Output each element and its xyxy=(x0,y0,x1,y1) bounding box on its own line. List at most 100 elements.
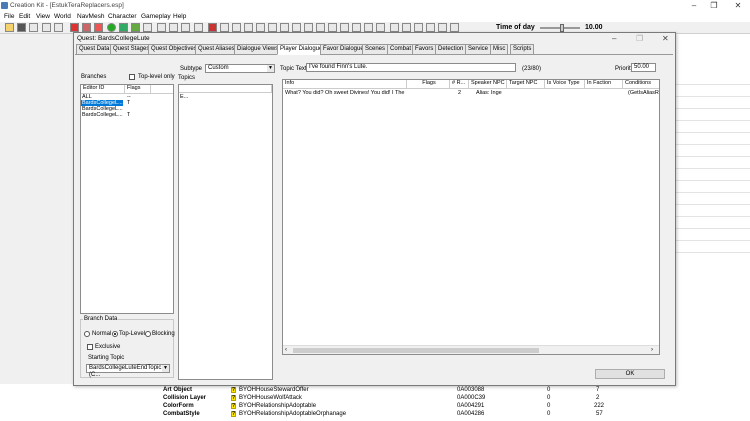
tab-detection[interactable]: Detection xyxy=(435,44,467,55)
info-list[interactable]: Info Flags # R... Speaker NPC Target NPC… xyxy=(282,79,660,355)
menu-world[interactable]: World xyxy=(54,12,71,22)
tab-misc[interactable]: Misc xyxy=(490,44,509,55)
dialog-maximize-button[interactable]: ❐ xyxy=(636,34,643,43)
tab-quest-data[interactable]: Quest Data xyxy=(76,44,113,55)
world-icon[interactable] xyxy=(119,23,128,32)
subtype-select[interactable]: Custom ▼ xyxy=(205,64,275,73)
tool-6-icon[interactable] xyxy=(280,23,289,32)
tool-16-icon[interactable] xyxy=(402,23,411,32)
tab-combat[interactable]: Combat xyxy=(387,44,415,55)
tool-11-icon[interactable] xyxy=(340,23,349,32)
tool-14-icon[interactable] xyxy=(376,23,385,32)
tab-scripts[interactable]: Scripts xyxy=(510,44,535,55)
list-item[interactable]: ColorForm ? BYOHRelationshipAdoptable 0A… xyxy=(155,402,750,410)
tab-dialogue-views[interactable]: Dialogue Views xyxy=(234,44,282,55)
tab-service[interactable]: Service xyxy=(465,44,492,55)
column-header-flags[interactable]: Flags xyxy=(407,80,450,88)
branches-list[interactable]: Editor ID Flags ALL -- BardsCollegeL... … xyxy=(80,84,174,314)
tool-10-icon[interactable] xyxy=(328,23,337,32)
tool-19-icon[interactable] xyxy=(438,23,447,32)
topics-list[interactable]: E... xyxy=(178,84,273,380)
tree-icon[interactable] xyxy=(131,23,140,32)
table-row[interactable]: BardsCollegeL... T xyxy=(81,112,173,118)
scrollbar-thumb[interactable] xyxy=(293,348,539,353)
list-item[interactable]: Collision Layer ? BYOHHouseWolfAttack 0A… xyxy=(155,394,750,402)
column-header-voice-type[interactable]: Is Voice Type xyxy=(545,80,585,88)
tab-player-dialogue[interactable]: Player Dialogue xyxy=(277,44,326,55)
tool-8-icon[interactable] xyxy=(304,23,313,32)
redo-icon[interactable] xyxy=(54,23,63,32)
tool-3-icon[interactable] xyxy=(244,23,253,32)
menu-help[interactable]: Help xyxy=(173,12,186,22)
havok-icon[interactable] xyxy=(208,23,217,32)
menu-character[interactable]: Character xyxy=(108,12,137,22)
tool-7-icon[interactable] xyxy=(292,23,301,32)
tool-1-icon[interactable] xyxy=(220,23,229,32)
tab-quest-stages[interactable]: Quest Stages xyxy=(110,44,153,55)
menu-gameplay[interactable]: Gameplay xyxy=(141,12,171,22)
column-header-target-npc[interactable]: Target NPC xyxy=(507,80,545,88)
tab-quest-aliases[interactable]: Quest Aliases xyxy=(195,44,238,55)
maximize-button[interactable]: ❐ xyxy=(708,1,720,11)
menu-view[interactable]: View xyxy=(36,12,50,22)
render-icon[interactable] xyxy=(70,23,79,32)
ok-button[interactable]: OK xyxy=(595,369,665,379)
priority-input[interactable]: 50.00 xyxy=(631,63,656,72)
open-icon[interactable] xyxy=(5,23,14,32)
snap-grid-icon[interactable] xyxy=(157,23,166,32)
snap-angle-icon[interactable] xyxy=(169,23,178,32)
dialog-minimize-button[interactable]: – xyxy=(612,34,616,43)
tool-17-icon[interactable] xyxy=(414,23,423,32)
topic-item[interactable]: E... xyxy=(180,94,188,100)
light-icon[interactable] xyxy=(94,23,103,32)
tool-2-icon[interactable] xyxy=(232,23,241,32)
tool-20-icon[interactable] xyxy=(450,23,459,32)
scroll-right-icon[interactable]: › xyxy=(651,346,653,354)
exclusive-checkbox[interactable] xyxy=(87,344,93,350)
play-icon[interactable] xyxy=(107,23,116,32)
tool-18-icon[interactable] xyxy=(426,23,435,32)
menu-navmesh[interactable]: NavMesh xyxy=(77,12,104,22)
branch-blocking-radio[interactable] xyxy=(145,331,151,337)
list-item[interactable]: CombatStyle ? BYOHRelationshipAdoptableO… xyxy=(155,410,750,418)
minimize-button[interactable]: – xyxy=(688,1,700,11)
column-header-flags[interactable]: Flags xyxy=(125,85,151,93)
column-header-speaker-npc[interactable]: Speaker NPC xyxy=(469,80,507,88)
reference-icon[interactable] xyxy=(181,23,190,32)
scroll-left-icon[interactable]: ‹ xyxy=(285,346,287,354)
menu-file[interactable]: File xyxy=(4,12,14,22)
tab-favor-dialogue[interactable]: Favor Dialogue xyxy=(320,44,367,55)
column-header-info[interactable]: Info xyxy=(283,80,407,88)
time-of-day-slider-thumb[interactable] xyxy=(560,24,564,32)
tool-5-icon[interactable] xyxy=(268,23,277,32)
branch-normal-radio[interactable] xyxy=(84,331,90,337)
menu-edit[interactable]: Edit xyxy=(19,12,30,22)
tool-9-icon[interactable] xyxy=(316,23,325,32)
tool-12-icon[interactable] xyxy=(352,23,361,32)
tool-13-icon[interactable] xyxy=(364,23,373,32)
save-icon[interactable] xyxy=(17,23,26,32)
column-header-r[interactable]: # R... xyxy=(450,80,469,88)
close-button[interactable]: ✕ xyxy=(732,1,744,11)
tab-favors[interactable]: Favors xyxy=(412,44,437,55)
preferences-icon[interactable] xyxy=(29,23,38,32)
toplevel-only-checkbox[interactable] xyxy=(129,74,135,80)
column-header-in-faction[interactable]: In Faction xyxy=(585,80,623,88)
list-item[interactable]: Art Object ? BYOHHouseStewardOffer 0A003… xyxy=(155,386,750,394)
undo-icon[interactable] xyxy=(42,23,51,32)
branch-toplevel-radio[interactable] xyxy=(112,331,118,337)
table-row[interactable]: What? You did? Oh sweet Divines! You did… xyxy=(283,89,659,96)
tab-scenes[interactable]: Scenes xyxy=(362,44,389,55)
marker-icon[interactable] xyxy=(82,23,91,32)
tab-quest-objectives[interactable]: Quest Objectives xyxy=(148,44,200,55)
tool-4-icon[interactable] xyxy=(256,23,265,32)
starting-topic-select[interactable]: BardsCollegeLuteEndTopic (C... ▼ xyxy=(86,364,170,378)
terrain-icon[interactable] xyxy=(143,23,152,32)
dialog-close-button[interactable]: ✕ xyxy=(662,34,669,43)
horizontal-scrollbar[interactable]: ‹ › xyxy=(283,345,659,354)
comment-icon[interactable] xyxy=(194,23,203,32)
topic-text-input[interactable]: I've found Finn's Lute. xyxy=(306,63,516,72)
column-header-conditions[interactable]: Conditions xyxy=(623,80,659,88)
column-header-editor-id[interactable]: Editor ID xyxy=(81,85,125,93)
tool-15-icon[interactable] xyxy=(390,23,399,32)
